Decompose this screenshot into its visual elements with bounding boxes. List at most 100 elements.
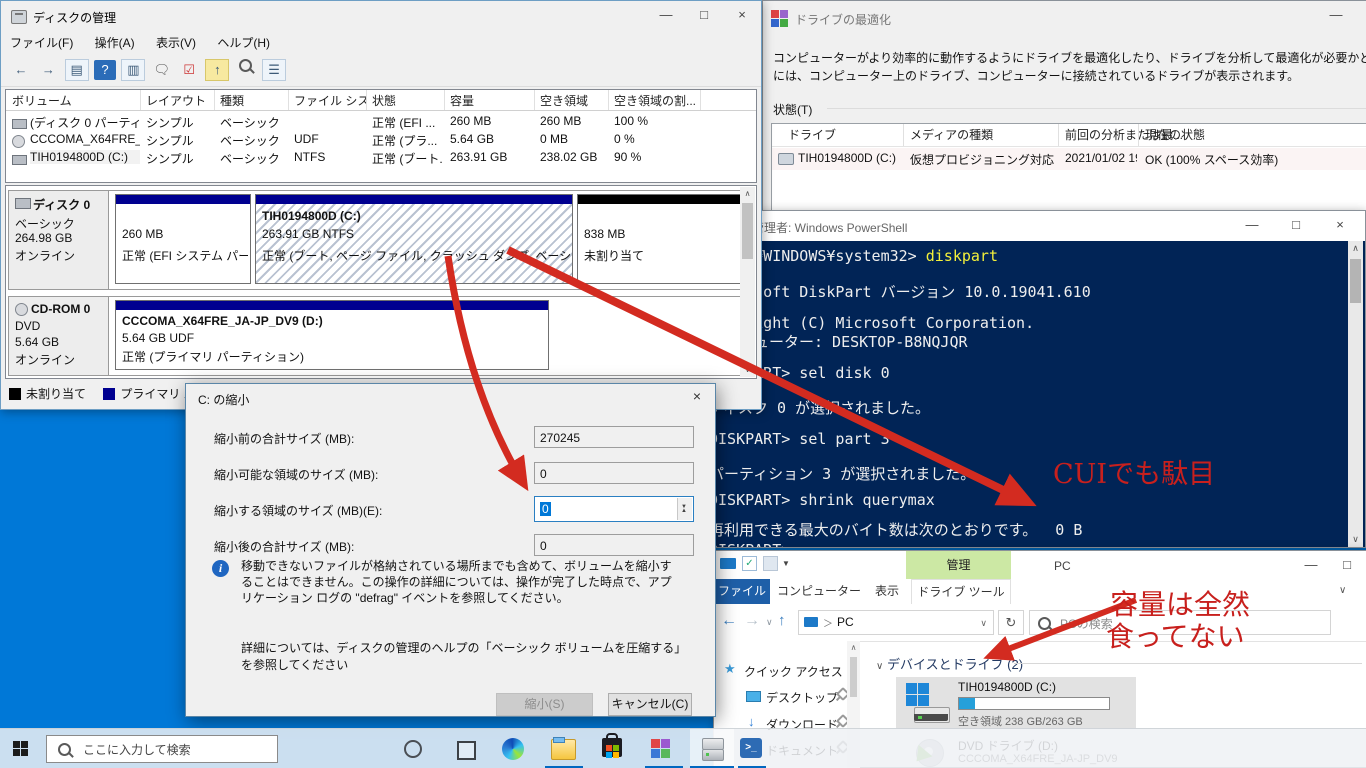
sidebar-item-quick-access[interactable]: クイック アクセス <box>744 663 843 680</box>
explorer-minimize-button[interactable]: — <box>1294 551 1328 579</box>
partition-dvd[interactable]: CCCOMA_X64FRE_JA-JP_DV9 (D:) 5.64 GB UDF… <box>115 300 549 370</box>
volume-row[interactable]: (ディスク 0 パーティシ... シンプル ベーシック 正常 (EFI ... … <box>6 114 756 132</box>
tab-computer[interactable]: コンピューター <box>776 579 862 604</box>
defrag-taskbar-icon[interactable] <box>651 739 670 758</box>
col-layout[interactable]: レイアウト <box>146 92 212 109</box>
breadcrumb-pc[interactable]: PC <box>837 615 854 629</box>
partition-efi[interactable]: 260 MB 正常 (EFI システム パーティシ <box>115 194 251 284</box>
magnifier-icon[interactable] <box>235 59 257 79</box>
graphic-scrollbar[interactable]: ∧ ∨ <box>740 187 755 377</box>
diskmgmt-close-button[interactable]: × <box>725 1 759 29</box>
file-explorer-icon[interactable] <box>551 739 576 760</box>
forward-icon[interactable]: → <box>37 60 59 80</box>
qat-newfolder-icon[interactable] <box>763 556 778 571</box>
table-row[interactable]: TIH0194800D (C:) 仮想プロビジョニング対応ド... 2021/0… <box>772 148 1366 170</box>
check-disk-icon[interactable]: ☑ <box>178 60 200 80</box>
back-icon[interactable]: ← <box>10 60 32 80</box>
cell-pct: 90 % <box>614 150 641 164</box>
ribbon-collapse-icon[interactable]: ∨ <box>1339 585 1346 596</box>
action-pane-icon[interactable]: ▥ <box>121 59 145 81</box>
powershell-maximize-button[interactable]: □ <box>1279 211 1313 239</box>
menu-help[interactable]: ヘルプ(H) <box>208 31 279 54</box>
disk0-label[interactable]: ディスク 0 ベーシック 264.98 GB オンライン <box>9 191 109 289</box>
scroll-up-icon[interactable]: ∧ <box>847 643 860 652</box>
tab-file[interactable]: ファイル <box>714 579 770 604</box>
edge-icon[interactable] <box>502 738 524 760</box>
col-filesystem[interactable]: ファイル システム <box>294 92 366 109</box>
col-status[interactable]: 現在の状態 <box>1145 126 1205 143</box>
menu-file[interactable]: ファイル(F) <box>1 31 82 54</box>
col-free-pct[interactable]: 空き領域の割... <box>614 92 698 109</box>
powershell-close-button[interactable]: × <box>1323 211 1357 239</box>
scroll-up-icon[interactable]: ∧ <box>740 187 755 201</box>
diskmgmt-minimize-button[interactable]: — <box>649 1 683 29</box>
scroll-up-icon[interactable]: ∧ <box>1348 241 1363 256</box>
menu-action[interactable]: 操作(A) <box>86 31 144 54</box>
scrollbar-thumb[interactable] <box>1350 259 1361 303</box>
recent-dropdown-icon[interactable]: ∨ <box>766 617 773 628</box>
volume-row[interactable]: CCCOMA_X64FRE_... シンプル ベーシック UDF 正常 (プラ.… <box>6 132 756 150</box>
ps-line: Microsoft DiskPart バージョン 10.0.19041.610 <box>709 281 1091 302</box>
taskbar-search-box[interactable]: ここに入力して検索 <box>46 735 278 763</box>
powershell-console[interactable]: PS C:¥WINDOWS¥system32> diskpart Microso… <box>701 241 1365 547</box>
col-free[interactable]: 空き領域 <box>540 92 608 109</box>
powershell-taskbar-icon[interactable]: >_ <box>740 738 762 758</box>
sidebar-item-desktop[interactable]: デスクトップ <box>766 689 838 706</box>
qat-dropdown-icon[interactable]: ▼ <box>782 559 790 568</box>
store-icon[interactable] <box>602 738 622 757</box>
back-icon[interactable]: ← <box>721 612 737 630</box>
refresh-button[interactable]: ↻ <box>998 610 1024 635</box>
optimizer-minimize-button[interactable]: — <box>1319 1 1353 29</box>
address-dropdown-icon[interactable]: ∨ <box>980 618 987 629</box>
devices-group-header[interactable]: ∨ デバイスとドライブ (2) <box>876 654 1023 673</box>
list-view-icon[interactable]: ☰ <box>262 59 286 81</box>
start-button[interactable] <box>13 741 28 756</box>
col-type[interactable]: 種類 <box>220 92 286 109</box>
qat-properties-icon[interactable]: ✓ <box>742 556 757 571</box>
col-status[interactable]: 状態 <box>372 92 444 109</box>
scrollbar-thumb[interactable] <box>850 657 857 697</box>
powershell-minimize-button[interactable]: — <box>1235 211 1269 239</box>
forward-icon[interactable]: → <box>744 612 760 630</box>
diskmgmt-maximize-button[interactable]: □ <box>687 1 721 29</box>
field-shrink-amount-input[interactable]: 0 ▲ ▼ <box>534 496 694 522</box>
explorer-maximize-button[interactable]: □ <box>1330 551 1364 579</box>
partition-unallocated[interactable]: 838 MB 未割り当て <box>577 194 741 284</box>
help-icon[interactable]: ? <box>94 60 116 80</box>
ribbon-contextual-group[interactable]: 管理 <box>906 551 1011 579</box>
up-level-icon[interactable]: ↑ <box>205 59 229 81</box>
dialog-close-button[interactable]: × <box>683 388 711 408</box>
optimizer-description-2: には、コンピューター上のドライブ、コンピューターに接続されているドライブが表示さ… <box>773 67 1366 84</box>
spinner-down-icon[interactable]: ▼ <box>681 495 687 519</box>
col-drive[interactable]: ドライブ <box>788 126 836 143</box>
powershell-scrollbar[interactable]: ∧ ∨ <box>1348 241 1363 547</box>
properties-icon[interactable]: 🗨 <box>151 60 173 80</box>
partition-c-selected[interactable]: TIH0194800D (C:) 263.91 GB NTFS 正常 (ブート,… <box>255 194 573 284</box>
menu-view[interactable]: 表示(V) <box>147 31 205 54</box>
scrollbar-thumb[interactable] <box>742 203 753 259</box>
col-volume[interactable]: ボリューム <box>12 92 138 109</box>
drive-c-tile[interactable]: TIH0194800D (C:) 空き領域 238 GB/263 GB <box>896 677 1136 729</box>
cell-fs: NTFS <box>294 150 325 164</box>
shrink-button[interactable]: 縮小(S) <box>496 693 593 716</box>
chevron-down-icon[interactable]: ∨ <box>876 661 883 672</box>
scroll-down-icon[interactable]: ∨ <box>740 363 755 377</box>
volume-row[interactable]: TIH0194800D (C:) シンプル ベーシック NTFS 正常 (ブート… <box>6 150 756 168</box>
col-capacity[interactable]: 容量 <box>450 92 534 109</box>
address-bar[interactable]: ＞ PC ∨ <box>798 610 994 635</box>
powershell-title: 管理者: Windows PowerShell <box>752 219 1112 236</box>
tab-drive-tools[interactable]: ドライブ ツール <box>911 579 1011 604</box>
task-view-icon[interactable] <box>457 741 476 760</box>
cancel-button[interactable]: キャンセル(C) <box>608 693 692 716</box>
scroll-down-icon[interactable]: ∨ <box>1348 532 1363 547</box>
diskmgmt-taskbar-button[interactable] <box>690 729 734 768</box>
shrink-dialog: C: の縮小 × 縮小前の合計サイズ (MB): 270245 縮小可能な領域の… <box>185 383 716 717</box>
cdrom0-label[interactable]: CD-ROM 0 DVD 5.64 GB オンライン <box>9 297 109 375</box>
col-media[interactable]: メディアの種類 <box>910 126 993 143</box>
console-tree-icon[interactable]: ▤ <box>65 59 89 81</box>
up-icon[interactable]: ↑ <box>778 612 786 629</box>
qat-computer-icon[interactable] <box>720 558 736 569</box>
cortana-icon[interactable] <box>404 740 422 758</box>
tab-view[interactable]: 表示 <box>866 579 908 604</box>
spinner[interactable]: ▲ ▼ <box>677 498 692 520</box>
